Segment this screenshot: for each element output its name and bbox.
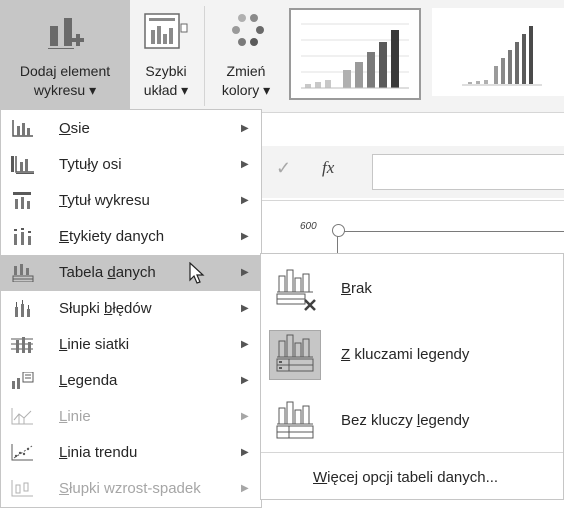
submenu-arrow-icon: ▶ bbox=[241, 375, 249, 386]
menu-item-legend[interactable]: Legenda ▶ bbox=[1, 363, 261, 399]
add-chart-element-icon bbox=[48, 18, 84, 49]
submenu-arrow-icon: ▶ bbox=[241, 123, 249, 134]
menu-item-trendline[interactable]: Linia trendu ▶ bbox=[1, 435, 261, 471]
menu-item-chart-title[interactable]: Tytuł wykresu ▶ bbox=[1, 183, 261, 219]
submenu-item-none[interactable]: Brak bbox=[261, 256, 563, 322]
submenu-arrow-icon: ▶ bbox=[241, 411, 249, 422]
change-colors-label-2: kolory ▾ bbox=[221, 82, 271, 98]
submenu-arrow-icon: ▶ bbox=[241, 339, 249, 350]
mouse-cursor-icon bbox=[189, 262, 205, 284]
data-labels-icon bbox=[14, 228, 31, 245]
ribbon: Dodaj element wykresu ▾ Szybki układ ▾ Z… bbox=[0, 0, 564, 113]
menu-item-error-bars[interactable]: Słupki błędów ▶ bbox=[1, 291, 261, 327]
lines-icon bbox=[11, 408, 33, 425]
submenu-divider bbox=[261, 452, 563, 453]
chart-style-2[interactable] bbox=[432, 8, 564, 96]
enter-check-icon[interactable]: ✓ bbox=[276, 158, 291, 179]
ribbon-separator bbox=[204, 6, 205, 106]
formula-bar: ✓ fx bbox=[252, 146, 564, 198]
chart-gridline bbox=[340, 231, 564, 232]
data-table-no-keys-icon bbox=[269, 396, 321, 446]
menu-item-lines: Linie ▶ bbox=[1, 399, 261, 435]
submenu-item-without-legend-keys[interactable]: Bez kluczy legendy bbox=[261, 388, 563, 454]
menu-item-gridlines[interactable]: Linie siatki ▶ bbox=[1, 327, 261, 363]
updown-bars-icon bbox=[11, 480, 33, 497]
data-table-icon bbox=[12, 264, 34, 282]
menu-item-label: Legenda bbox=[59, 372, 118, 389]
menu-item-axes[interactable]: Osie ▶ bbox=[1, 111, 261, 147]
chart-style-1[interactable] bbox=[289, 8, 421, 100]
menu-item-label: Słupki błędów bbox=[59, 300, 152, 317]
submenu-arrow-icon: ▶ bbox=[241, 231, 249, 242]
axis-tick-label: 600 bbox=[300, 221, 317, 232]
menu-item-data-labels[interactable]: Etykiety danych ▶ bbox=[1, 219, 261, 255]
more-data-table-options[interactable]: Więcej opcji tabeli danych... bbox=[313, 469, 498, 486]
menu-item-label: Tabela danych bbox=[59, 264, 156, 281]
chart-resize-handle[interactable] bbox=[332, 224, 345, 237]
menu-item-label: Linie siatki bbox=[59, 336, 130, 353]
change-colors-label-1: Zmień bbox=[226, 63, 266, 79]
error-bars-icon bbox=[15, 300, 30, 317]
chart-style-2-preview bbox=[462, 26, 542, 86]
quick-layout-label-1: Szybki bbox=[145, 63, 187, 79]
axis-titles-icon bbox=[11, 156, 34, 174]
formula-input[interactable] bbox=[372, 154, 564, 190]
gridlines-icon bbox=[11, 337, 33, 353]
submenu-arrow-icon: ▶ bbox=[241, 483, 249, 494]
menu-item-label: Osie bbox=[59, 120, 90, 137]
quick-layout-button[interactable]: Szybki układ ▾ bbox=[130, 0, 202, 112]
add-chart-element-label-1: Dodaj element bbox=[19, 63, 111, 79]
menu-item-updown-bars: Słupki wzrost-spadek ▶ bbox=[1, 471, 261, 507]
menu-item-label: Słupki wzrost-spadek bbox=[59, 480, 201, 497]
menu-item-label: Etykiety danych bbox=[59, 228, 165, 245]
menu-item-data-table[interactable]: Tabela danych ▶ bbox=[1, 255, 261, 291]
quick-layout-icon bbox=[144, 13, 188, 49]
menu-item-label: Tytuły osi bbox=[59, 156, 122, 173]
change-colors-button[interactable]: Zmień kolory ▾ bbox=[206, 0, 286, 112]
add-chart-element-label-2: wykresu ▾ bbox=[33, 82, 97, 98]
trendline-icon bbox=[11, 444, 33, 461]
add-chart-element-menu: Osie ▶ Tytuły osi ▶ Tytuł wykresu ▶ Etyk… bbox=[0, 109, 262, 508]
data-table-submenu: Brak Z kluczami legendy Bez kluczy legen… bbox=[260, 253, 564, 500]
menu-item-axis-titles[interactable]: Tytuły osi ▶ bbox=[1, 147, 261, 183]
axes-icon bbox=[12, 120, 33, 137]
chart-style-1-preview bbox=[301, 23, 409, 89]
menu-item-label: Linie bbox=[59, 408, 91, 425]
insert-function-icon[interactable]: fx bbox=[322, 158, 334, 178]
submenu-arrow-icon: ▶ bbox=[241, 159, 249, 170]
menu-item-label: Linia trendu bbox=[59, 444, 138, 461]
submenu-arrow-icon: ▶ bbox=[241, 447, 249, 458]
menu-item-label: Tytuł wykresu bbox=[59, 192, 150, 209]
submenu-arrow-icon: ▶ bbox=[241, 303, 249, 314]
submenu-item-with-legend-keys[interactable]: Z kluczami legendy bbox=[261, 322, 563, 388]
color-palette-icon bbox=[232, 14, 264, 46]
no-data-table-icon bbox=[269, 264, 321, 314]
legend-icon bbox=[12, 372, 34, 389]
submenu-arrow-icon: ▶ bbox=[241, 195, 249, 206]
submenu-item-label: Brak bbox=[341, 280, 372, 297]
submenu-item-label: Z kluczami legendy bbox=[341, 346, 470, 363]
data-table-with-keys-icon bbox=[269, 330, 321, 380]
chart-title-icon bbox=[13, 192, 31, 209]
submenu-item-label: Bez kluczy legendy bbox=[341, 412, 470, 429]
quick-layout-label-2: układ ▾ bbox=[143, 82, 189, 98]
submenu-arrow-icon: ▶ bbox=[241, 267, 249, 278]
add-chart-element-button[interactable]: Dodaj element wykresu ▾ bbox=[0, 0, 130, 112]
